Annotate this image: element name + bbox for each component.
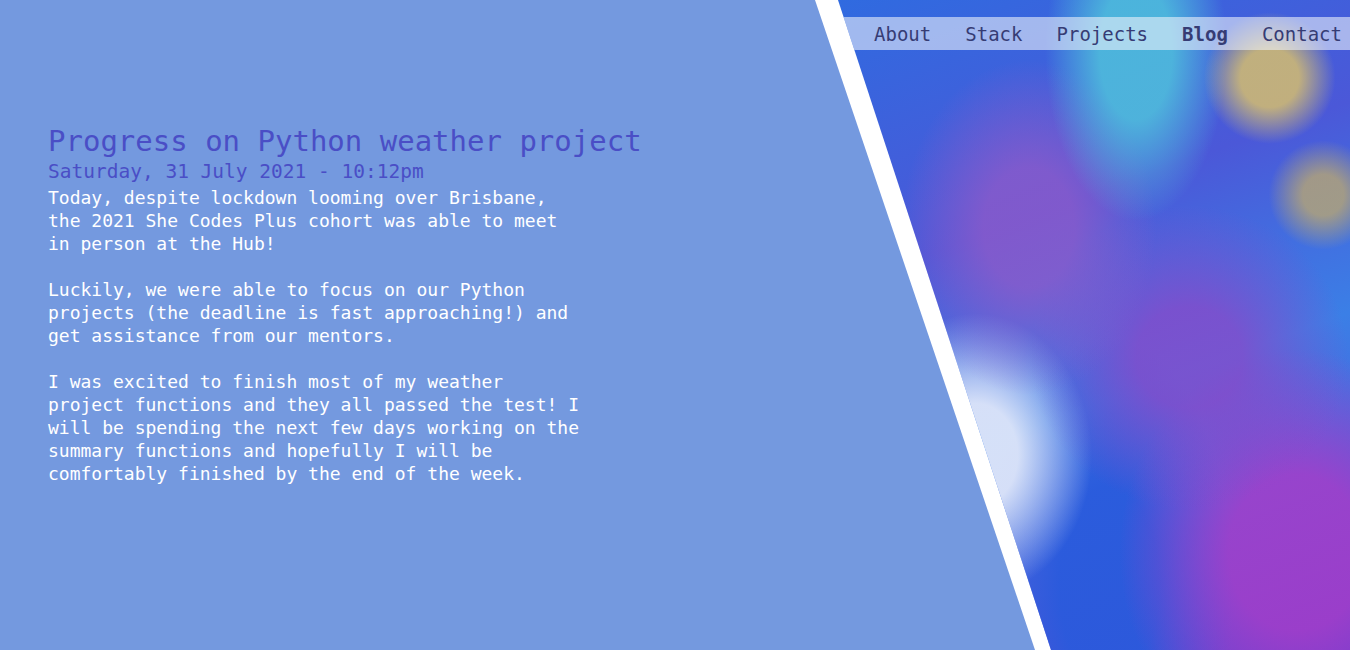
nav-bar: About Stack Projects Blog Contact <box>838 17 1350 50</box>
nav-item[interactable]: Projects <box>1057 19 1149 49</box>
nav-item[interactable]: Blog <box>1182 19 1228 49</box>
post-title: Progress on Python weather project <box>48 122 815 160</box>
post-paragraph: I was excited to finish most of my weath… <box>48 370 588 485</box>
image-divider: About Stack Projects Blog Contact <box>815 0 1350 650</box>
ink-artwork: About Stack Projects Blog Contact <box>815 0 1350 650</box>
nav-item[interactable]: Stack <box>965 19 1022 49</box>
nav-item[interactable]: Contact <box>1262 19 1342 49</box>
post-body: Today, despite lockdown looming over Bri… <box>48 186 588 485</box>
page: Progress on Python weather projectSaturd… <box>0 0 1350 650</box>
nav-item[interactable]: About <box>874 19 931 49</box>
post-date: Saturday, 31 July 2021 - 10:12pm <box>48 160 815 184</box>
post-paragraph: Luckily, we were able to focus on our Py… <box>48 278 588 347</box>
post-paragraph: Today, despite lockdown looming over Bri… <box>48 186 588 255</box>
blog-post: Progress on Python weather projectSaturd… <box>0 0 815 650</box>
